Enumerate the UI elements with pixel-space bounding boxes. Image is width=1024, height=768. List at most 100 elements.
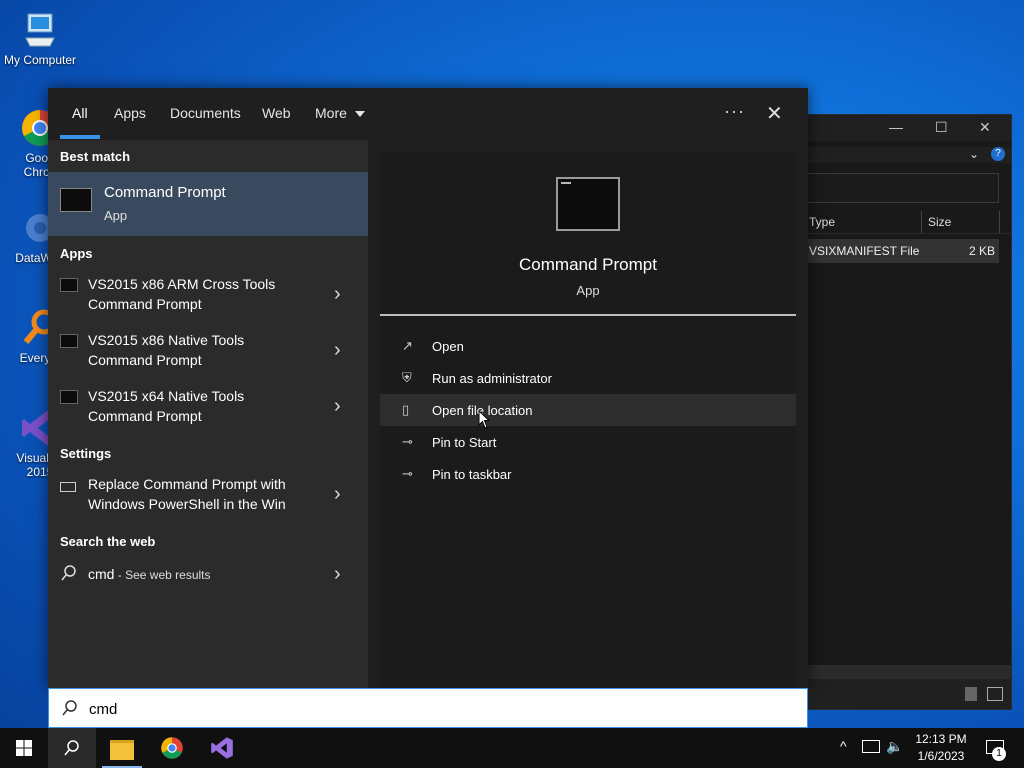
explorer-ribbon: ⌄ ? — [791, 147, 1011, 163]
search-box[interactable] — [48, 688, 808, 728]
caret-down-icon — [354, 111, 365, 118]
best-match-subtitle: App — [104, 208, 128, 223]
desktop-icon-my-computer[interactable]: My Computer — [0, 10, 80, 67]
windows-logo-icon — [16, 740, 32, 756]
start-button[interactable] — [0, 728, 48, 768]
search-input[interactable] — [87, 697, 691, 721]
row-type: VSIXMANIFEST File — [809, 244, 920, 258]
best-match-title: Command Prompt — [104, 184, 226, 201]
section-best-match: Best match — [60, 149, 131, 164]
action-pin-to-taskbar[interactable]: ⊸ Pin to taskbar — [380, 458, 796, 490]
minimize-icon[interactable]: — — [889, 119, 903, 135]
preview-divider — [380, 314, 796, 316]
command-prompt-large-icon — [556, 177, 620, 231]
chevron-right-icon[interactable]: › — [334, 340, 341, 360]
desktop-icon-label: My Computer — [3, 53, 77, 67]
volume-icon[interactable]: 🔈 — [886, 738, 903, 755]
taskbar: ^ 🔈 12:13 PM 1/6/2023 1 — [0, 728, 1024, 768]
list-item[interactable]: VS2015 x86 ARM Cross Tools Command Prompt… — [48, 272, 368, 324]
clock-time: 12:13 PM — [915, 732, 967, 746]
search-icon — [61, 699, 79, 722]
action-open-file-location[interactable]: ▯ Open file location — [380, 394, 796, 426]
action-label: Pin to taskbar — [432, 467, 512, 482]
taskbar-file-explorer[interactable] — [98, 728, 146, 768]
list-item[interactable]: Replace Command Prompt with Windows Power… — [48, 472, 368, 524]
computer-icon — [20, 10, 60, 50]
list-item[interactable]: VS2015 x64 Native Tools Command Prompt › — [48, 384, 368, 436]
visual-studio-icon — [211, 737, 233, 759]
search-panel: All Apps Documents Web More ··· ✕ Best m… — [48, 88, 808, 688]
horizontal-scrollbar[interactable] — [791, 665, 1011, 679]
maximize-icon[interactable]: ☐ — [935, 119, 948, 136]
taskbar-chrome[interactable] — [148, 728, 196, 768]
display-settings-icon — [60, 482, 76, 492]
system-tray: ^ 🔈 — [838, 728, 912, 768]
action-label: Run as administrator — [432, 371, 552, 386]
column-type[interactable]: Type — [809, 215, 835, 229]
network-icon[interactable] — [862, 740, 880, 753]
help-icon[interactable]: ? — [991, 147, 1005, 161]
setting-line1: Replace Command Prompt with — [88, 476, 286, 492]
action-open[interactable]: ↗ Open — [380, 330, 796, 362]
results-list: Best match Command Prompt App Apps VS201… — [48, 140, 368, 688]
action-pin-to-start[interactable]: ⊸ Pin to Start — [380, 426, 796, 458]
close-icon[interactable]: ✕ — [766, 101, 783, 126]
more-dots-icon[interactable]: ··· — [724, 101, 745, 122]
pin-icon: ⊸ — [402, 466, 413, 481]
action-label: Open — [432, 339, 464, 354]
web-suffix: - See web results — [114, 568, 211, 582]
close-icon[interactable]: ✕ — [979, 119, 991, 136]
app-line2: Command Prompt — [88, 408, 202, 424]
action-label: Pin to Start — [432, 435, 497, 450]
preview-pane: Command Prompt App ↗ Open ⛨ Run as admin… — [380, 152, 796, 688]
section-search-web: Search the web — [60, 534, 156, 549]
explorer-address-bar[interactable] — [791, 173, 999, 203]
app-line1: VS2015 x64 Native Tools — [88, 388, 245, 404]
column-divider — [921, 211, 922, 233]
tab-more[interactable]: More — [315, 105, 365, 121]
preview-subtitle: App — [576, 283, 600, 298]
clock-date: 1/6/2023 — [917, 749, 965, 763]
section-apps: Apps — [60, 246, 93, 261]
open-icon: ↗ — [402, 338, 413, 353]
chevron-right-icon[interactable]: › — [334, 396, 341, 416]
chevron-right-icon[interactable]: › — [334, 284, 341, 304]
details-view-icon[interactable] — [965, 687, 977, 701]
command-prompt-icon — [60, 188, 92, 212]
best-match-command-prompt[interactable]: Command Prompt App — [48, 172, 368, 236]
explorer-statusbar — [791, 679, 1011, 709]
chevron-down-icon[interactable]: ⌄ — [969, 147, 979, 161]
tab-more-label: More — [315, 105, 347, 121]
web-search-item[interactable]: cmd - See web results › — [48, 558, 368, 592]
file-explorer-window: — ☐ ✕ ⌄ ? Type Size VSIXMANIFEST File 2 … — [790, 114, 1012, 710]
tab-all[interactable]: All — [72, 105, 88, 121]
taskbar-visual-studio[interactable] — [198, 728, 246, 768]
section-settings: Settings — [60, 446, 112, 461]
table-row[interactable]: VSIXMANIFEST File 2 KB — [791, 239, 999, 263]
chevron-right-icon[interactable]: › — [334, 484, 341, 504]
setting-line2: Windows PowerShell in the Win — [88, 496, 286, 512]
action-run-as-admin[interactable]: ⛨ Run as administrator — [380, 362, 796, 394]
chevron-right-icon[interactable]: › — [334, 564, 341, 584]
active-tab-indicator — [60, 135, 100, 139]
action-center-button[interactable]: 1 — [980, 728, 1014, 768]
folder-icon: ▯ — [402, 402, 410, 417]
command-prompt-icon — [60, 334, 78, 348]
tab-documents[interactable]: Documents — [170, 105, 241, 121]
explorer-column-headers: Type Size — [791, 211, 1011, 234]
taskbar-search-button[interactable] — [48, 728, 96, 768]
tab-apps[interactable]: Apps — [114, 105, 146, 121]
tab-web[interactable]: Web — [262, 105, 291, 121]
row-size: 2 KB — [968, 244, 995, 258]
clock[interactable]: 12:13 PM 1/6/2023 — [912, 728, 970, 768]
notification-badge: 1 — [992, 747, 1006, 761]
web-query: cmd — [88, 566, 115, 582]
tiles-view-icon[interactable] — [987, 687, 1003, 701]
column-size[interactable]: Size — [928, 215, 951, 229]
shield-icon: ⛨ — [402, 370, 412, 385]
pin-icon: ⊸ — [402, 434, 413, 449]
chevron-up-icon[interactable]: ^ — [840, 738, 847, 754]
app-line2: Command Prompt — [88, 296, 202, 312]
list-item[interactable]: VS2015 x86 Native Tools Command Prompt › — [48, 328, 368, 380]
preview-column: Command Prompt App ↗ Open ⛨ Run as admin… — [368, 140, 808, 688]
